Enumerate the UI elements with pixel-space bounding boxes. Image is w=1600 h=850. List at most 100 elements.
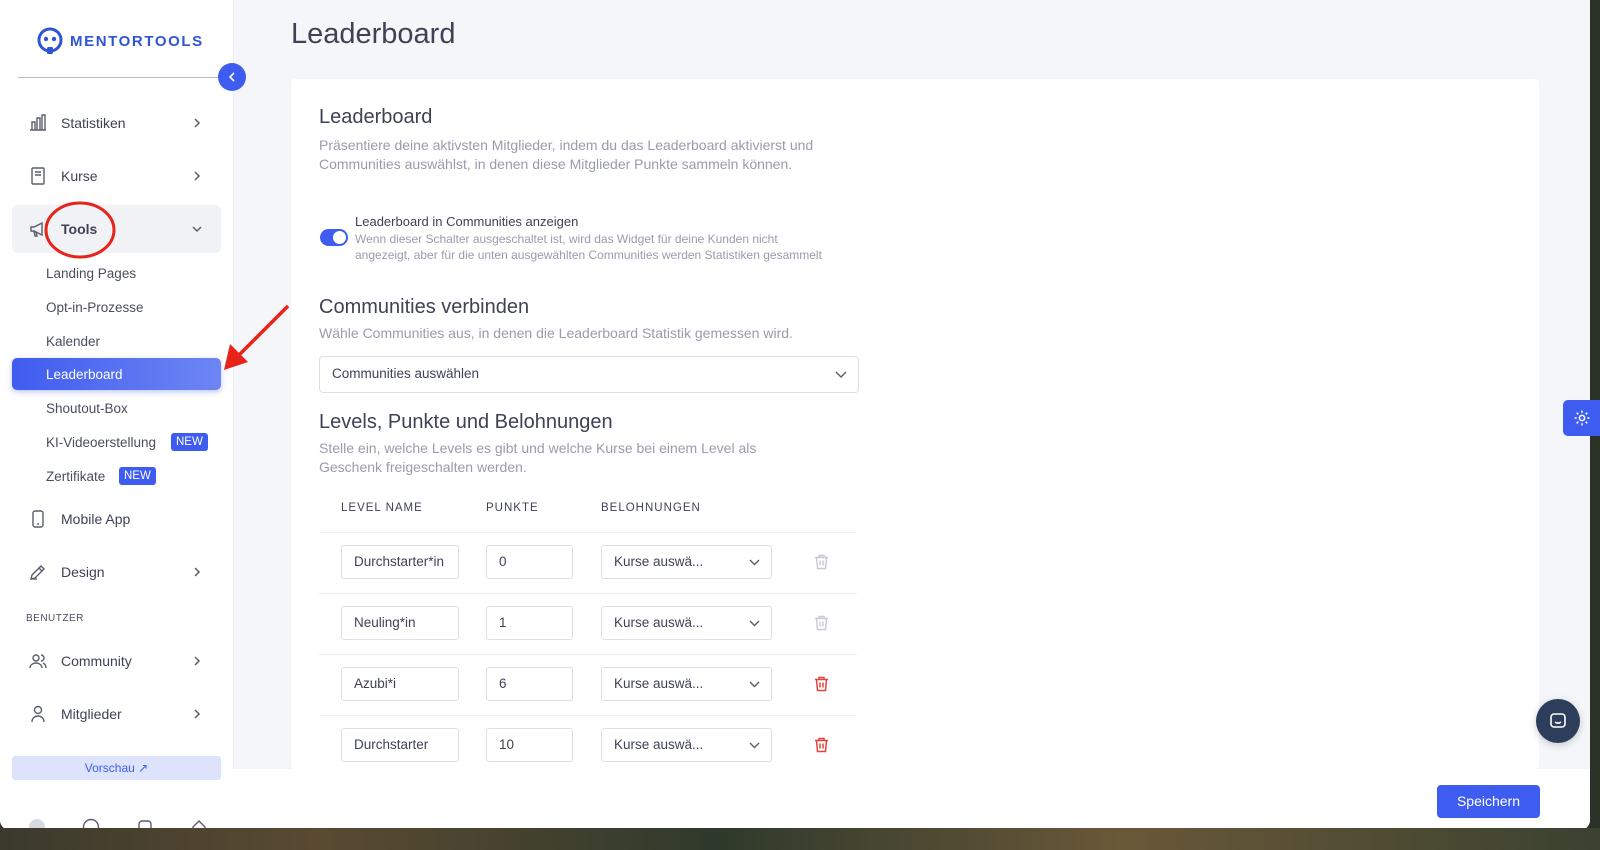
rewards-dropdown[interactable]: Kurse auswä... [601,545,772,579]
sidebar-item-kurse[interactable]: Kurse [12,152,221,200]
sidebar-subitem-kalender[interactable]: Kalender [12,325,221,357]
dropdown-value: Kurse auswä... [614,554,704,569]
section-description-levels: Stelle ein, welche Levels es gibt und we… [319,440,757,475]
settings-tab[interactable] [1563,400,1600,436]
points-input[interactable]: 0 [486,545,573,579]
chevron-right-icon [194,567,201,577]
book-icon [31,167,45,185]
users-icon [29,654,47,669]
section-description-leaderboard: Präsentiere deine aktivsten Mitglieder, … [319,137,814,172]
app-window: MENTORTOOLS Statistiken Kurse Tools Land… [0,0,1590,830]
sidebar-subitem-ki-video[interactable]: KI-Videoerstellung NEW [12,426,221,458]
sidebar-subitem-label: KI-Videoerstellung [46,434,157,450]
sidebar-subitem-label: Landing Pages [46,265,137,281]
megaphone-icon [30,221,43,237]
dropdown-value: Kurse auswä... [614,615,704,630]
dropdown-value: Kurse auswä... [614,676,704,691]
logo-icon [37,27,63,54]
points-input[interactable]: 6 [486,667,573,701]
sidebar-item-statistiken[interactable]: Statistiken [12,99,221,147]
sidebar-subitem-label: Kalender [46,333,101,349]
leaderboard-toggle[interactable] [320,229,348,246]
sidebar-item-mobile-app[interactable]: Mobile App [12,495,221,543]
trash-icon[interactable] [814,737,829,753]
new-badge: NEW [119,467,156,485]
dropdown-value: Kurse auswä... [614,737,704,752]
column-header-punkte: PUNKTE [486,502,539,514]
sidebar-subitem-opt-in[interactable]: Opt-in-Prozesse [12,291,221,323]
table-divider [319,593,857,594]
chevron-right-icon [194,118,201,128]
gear-icon [1574,410,1589,426]
chat-icon [1550,713,1566,728]
phone-icon [32,510,44,528]
sidebar-item-label: Design [61,564,105,580]
column-header-level-name: LEVEL NAME [341,502,423,514]
chevron-down-icon [192,226,202,233]
communities-select[interactable]: Communities auswählen [319,356,859,393]
chevron-down-icon [749,681,760,688]
sidebar-subitem-leaderboard[interactable]: Leaderboard [12,358,221,390]
sidebar-item-label: Mitglieder [61,706,122,722]
trash-icon [815,554,828,570]
points-input[interactable]: 10 [486,728,573,762]
sidebar-item-design[interactable]: Design [12,548,221,596]
sidebar-item-label: Tools [61,221,98,237]
sidebar-subitem-label: Leaderboard [46,366,123,382]
section-description-communities: Wähle Communities aus, in denen die Lead… [319,325,793,341]
user-icon [31,705,45,723]
preview-button[interactable]: Vorschau ↗ [12,756,221,780]
select-value: Communities auswählen [332,366,480,381]
chevron-right-icon [194,171,201,181]
bar-chart-icon [30,114,46,131]
table-divider [319,532,857,533]
rewards-dropdown[interactable]: Kurse auswä... [601,667,772,701]
sidebar-item-label: Mobile App [61,511,131,527]
new-badge: NEW [171,433,208,451]
sidebar-subitem-label: Opt-in-Prozesse [46,299,144,315]
sidebar-item-tools[interactable]: Tools [12,205,221,253]
table-divider [319,654,857,655]
level-name-input[interactable]: Azubi*i [341,667,459,701]
sidebar-item-mitglieder[interactable]: Mitglieder [12,690,221,738]
sidebar-subitem-shoutout-box[interactable]: Shoutout-Box [12,392,221,424]
rewards-dropdown[interactable]: Kurse auswä... [601,606,772,640]
chevron-right-icon [194,656,201,666]
main-content: Leaderboard Leaderboard Präsentiere dein… [233,0,1590,830]
points-input[interactable]: 1 [486,606,573,640]
chevron-right-icon [194,709,201,719]
sidebar-item-label: Kurse [61,168,98,184]
sidebar-subitem-landing-pages[interactable]: Landing Pages [12,257,221,289]
chevron-down-icon [749,559,760,566]
chevron-down-icon [749,620,760,627]
chevron-left-icon [228,72,235,82]
rewards-dropdown[interactable]: Kurse auswä... [601,728,772,762]
sidebar-item-label: Statistiken [61,115,126,131]
logo-text: MENTORTOOLS [70,32,204,50]
section-title-levels: Levels, Punkte und Belohnungen [319,411,613,433]
trash-icon[interactable] [814,676,829,692]
logo[interactable]: MENTORTOOLS [36,27,204,55]
chat-button[interactable] [1536,699,1580,743]
section-title-leaderboard: Leaderboard [319,106,433,128]
chevron-down-icon [835,371,847,378]
level-name-input[interactable]: Neuling*in [341,606,459,640]
toggle-label: Leaderboard in Communities anzeigen [355,214,579,229]
section-title-communities: Communities verbinden [319,296,530,318]
sidebar-subitem-zertifikate[interactable]: Zertifikate NEW [12,460,221,492]
column-header-belohnungen: BELOHNUNGEN [601,502,701,514]
pencil-icon [30,565,45,580]
settings-card: Leaderboard Präsentiere deine aktivsten … [291,79,1539,769]
desktop-background [0,828,1600,850]
sidebar-subitem-label: Shoutout-Box [46,400,128,416]
toggle-description: Wenn dieser Schalter ausgeschaltet ist, … [355,232,822,262]
sidebar-item-community[interactable]: Community [12,637,221,685]
sidebar-item-label: Community [61,653,132,669]
trash-icon [815,615,828,631]
collapse-sidebar-button[interactable] [218,63,246,91]
section-label-benutzer: BENUTZER [26,613,84,624]
level-name-input[interactable]: Durchstarter*in [341,545,459,579]
save-button[interactable]: Speichern [1437,785,1540,818]
sidebar-subitem-label: Zertifikate [46,468,106,484]
level-name-input[interactable]: Durchstarter [341,728,459,762]
